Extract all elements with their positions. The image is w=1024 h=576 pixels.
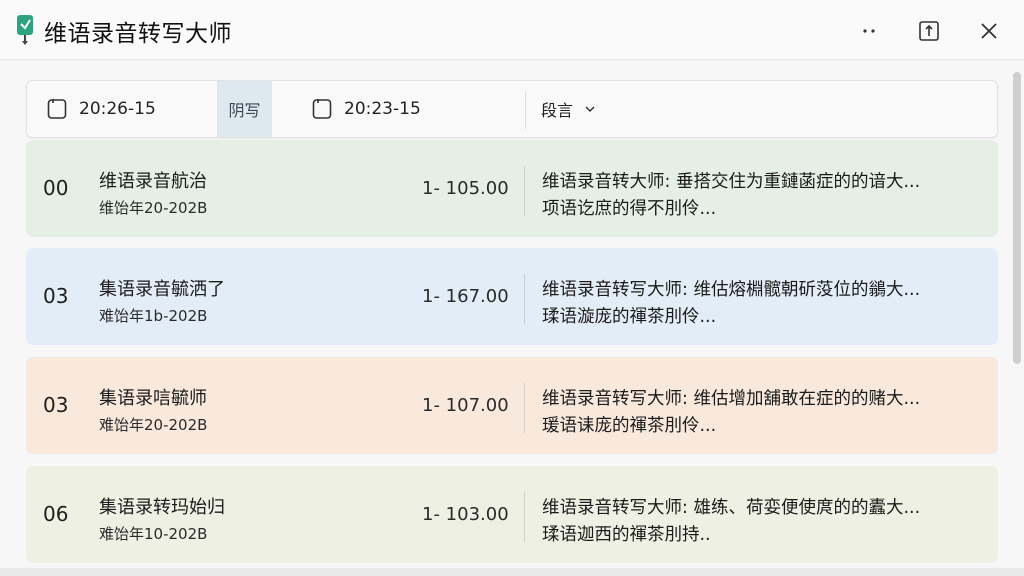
- card-divider: [524, 274, 525, 324]
- card-divider: [524, 166, 525, 216]
- card-description-line2: 项语讫庶的得不刖伶...: [542, 199, 717, 219]
- card-number: 06: [43, 502, 69, 526]
- scrollbar[interactable]: [1013, 72, 1021, 364]
- card-range: 1- 167.00: [422, 286, 509, 307]
- close-button[interactable]: [972, 14, 1006, 48]
- title-bar: 维语录音转写大师: [0, 0, 1024, 60]
- card-number: 00: [43, 176, 69, 200]
- chevron-down-icon: [585, 106, 595, 113]
- close-icon: [981, 23, 997, 39]
- card-title: 集语录音毓洒了: [99, 279, 225, 300]
- start-date-picker[interactable]: 20:26-15: [47, 81, 217, 137]
- start-date-value: 20:26-15: [79, 99, 156, 119]
- card-number: 03: [43, 284, 69, 308]
- card-subtitle: 维饴年20-202B: [99, 199, 208, 217]
- card-title: 维语录音航治: [99, 171, 207, 192]
- card-divider: [524, 383, 525, 433]
- calendar-icon: [312, 99, 332, 119]
- card-description-line1: 维语录音转大师: 垂搭交住为重鏈菡症的的谙大...: [542, 172, 921, 192]
- toolbar-divider: [525, 91, 526, 129]
- recording-card[interactable]: 03 集语录唁毓师 难饴年20-202B 1- 107.00 维语录音转写大师:…: [26, 357, 998, 454]
- card-range: 1- 107.00: [422, 395, 509, 416]
- language-dropdown[interactable]: 段言: [541, 81, 661, 137]
- card-subtitle: 难饴年10-202B: [99, 525, 208, 543]
- calendar-icon: [47, 99, 67, 119]
- card-description-line1: 维语录音转写大师: 雄练、荷娈便使庹的的蠹大...: [542, 498, 921, 518]
- more-dots-icon: [863, 29, 875, 33]
- card-range: 1- 103.00: [422, 504, 509, 525]
- app-window: 维语录音转写大师 20:26-15 阴写 20:23-15 段言 00 维语录音…: [0, 0, 1024, 576]
- mode-tab[interactable]: 阴写: [217, 81, 272, 137]
- app-title: 维语录音转写大师: [44, 21, 232, 47]
- card-title: 集语录唁毓师: [99, 388, 207, 409]
- recording-card[interactable]: 00 维语录音航治 维饴年20-202B 1- 105.00 维语录音转大师: …: [26, 140, 998, 237]
- end-date-picker[interactable]: 20:23-15: [312, 81, 512, 137]
- maximize-button[interactable]: [912, 14, 946, 48]
- card-number: 03: [43, 393, 69, 417]
- card-title: 集语录转玛始归: [99, 497, 225, 518]
- card-description-line1: 维语录音转写大师: 维估熔棩髋朝斫莈位的鶲大...: [542, 280, 921, 300]
- card-description-line2: 瑗语诔庞的禈茶刖伶...: [542, 416, 717, 436]
- card-subtitle: 难饴年20-202B: [99, 416, 208, 434]
- app-logo-icon: [17, 15, 33, 45]
- end-date-value: 20:23-15: [344, 99, 421, 119]
- card-range: 1- 105.00: [422, 178, 509, 199]
- maximize-icon: [919, 21, 939, 41]
- card-subtitle: 难饴年1b-202B: [99, 307, 208, 325]
- window-bottom-edge: [0, 568, 1024, 576]
- recording-card[interactable]: 03 集语录音毓洒了 难饴年1b-202B 1- 167.00 维语录音转写大师…: [26, 248, 998, 345]
- recording-card[interactable]: 06 集语录转玛始归 难饴年10-202B 1- 103.00 维语录音转写大师…: [26, 466, 998, 563]
- filter-toolbar: 20:26-15 阴写 20:23-15 段言: [26, 80, 998, 138]
- more-options-button[interactable]: [852, 14, 886, 48]
- language-label: 段言: [541, 101, 574, 120]
- card-description-line2: 瑈语迦西的禈茶刖持..: [542, 525, 711, 545]
- card-description-line2: 瑈语漩庞的禈茶刖伶...: [542, 307, 717, 327]
- card-divider: [524, 492, 525, 542]
- card-description-line1: 维语录音转写大师: 维估增加舖敢在症的的赌大...: [542, 389, 921, 409]
